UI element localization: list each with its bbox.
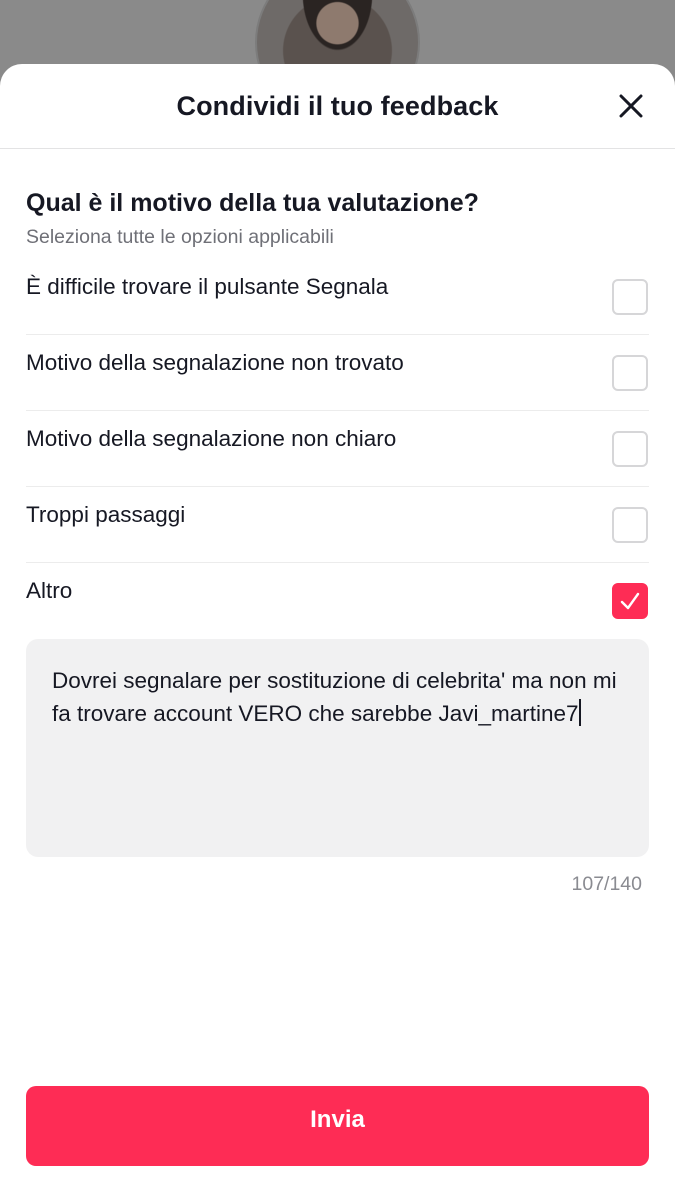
option-label: Motivo della segnalazione non trovato [26, 349, 404, 375]
sheet-title: Condividi il tuo feedback [176, 90, 499, 121]
character-counter: 107/140 [571, 873, 643, 895]
feedback-textarea[interactable]: Dovrei segnalare per sostituzione di cel… [26, 639, 649, 857]
option-reason-not-found[interactable]: Motivo della segnalazione non trovato [26, 335, 649, 411]
checkbox[interactable] [612, 430, 648, 467]
checkbox[interactable] [612, 278, 648, 315]
checkbox[interactable] [612, 583, 648, 619]
option-hard-to-find-report[interactable]: È difficile trovare il pulsante Segnala [26, 259, 649, 335]
close-button[interactable] [617, 92, 645, 120]
submit-label: Invia [310, 1106, 365, 1133]
submit-button[interactable]: Invia [26, 1086, 649, 1166]
option-label: Motivo della segnalazione non chiaro [26, 425, 397, 451]
options-list: È difficile trovare il pulsante Segnala … [26, 259, 649, 639]
option-label: È difficile trovare il pulsante Segnala [26, 273, 389, 299]
sheet-content: Qual è il motivo della tua valutazione? … [0, 189, 675, 896]
option-label: Troppi passaggi [26, 501, 186, 527]
question-subtitle: Seleziona tutte le opzioni applicabili [26, 226, 334, 248]
option-too-many-steps[interactable]: Troppi passaggi [26, 487, 649, 563]
sheet-header: Condividi il tuo feedback [0, 64, 675, 149]
feedback-sheet: Condividi il tuo feedback Qual è il moti… [0, 64, 675, 1200]
text-caret [578, 698, 581, 726]
close-icon [619, 94, 643, 118]
checkmark-icon [620, 592, 640, 610]
option-other[interactable]: Altro [26, 563, 649, 639]
checkbox[interactable] [612, 354, 648, 391]
checkbox[interactable] [612, 506, 648, 543]
question-title: Qual è il motivo della tua valutazione? [26, 189, 479, 217]
option-reason-unclear[interactable]: Motivo della segnalazione non chiaro [26, 411, 649, 487]
feedback-text: Dovrei segnalare per sostituzione di cel… [52, 668, 623, 726]
option-label: Altro [26, 578, 73, 603]
